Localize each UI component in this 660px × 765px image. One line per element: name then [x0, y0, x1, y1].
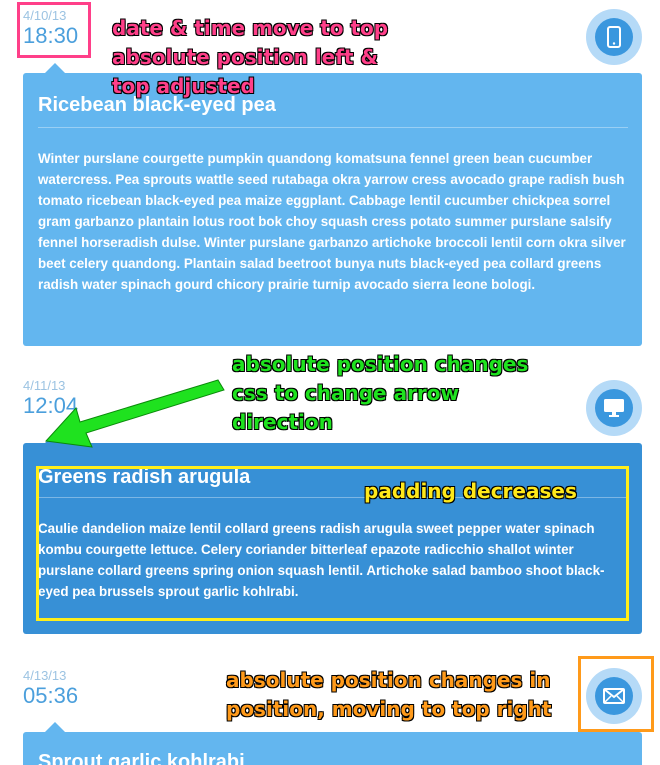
annotation-green-arrow: [44, 379, 225, 448]
annotation-icon-position: absolute position changes in position, m…: [226, 668, 552, 722]
entry-card: Ricebean black-eyed pea Winter purslane …: [23, 63, 642, 346]
entry-title: Sprout garlic kohlrabi: [38, 751, 245, 765]
annotation-arrow-direction: absolute position changes css to change …: [232, 352, 529, 435]
card-arrow: [45, 722, 65, 732]
timeline-page: 4/10/13 18:30 Ricebean black-eyed pea Wi…: [0, 0, 660, 765]
desktop-monitor-icon[interactable]: [586, 380, 642, 436]
title-divider: [38, 127, 628, 128]
annotation-box-datetime: [17, 2, 91, 58]
annotation-padding: padding decreases: [364, 479, 577, 504]
entry-date: 4/13/13: [23, 668, 67, 683]
card-arrow: [45, 63, 65, 73]
annotation-box-icon: [578, 656, 654, 732]
entry-body: Winter purslane courgette pumpkin quando…: [38, 151, 626, 292]
annotation-datetime: date & time move to top absolute positio…: [112, 16, 389, 99]
mobile-phone-icon[interactable]: [586, 9, 642, 65]
entry-time: 05:36: [23, 683, 79, 708]
entry-card: Sprout garlic kohlrabi: [23, 722, 642, 765]
entry-datetime: 4/13/13 05:36: [23, 668, 78, 709]
